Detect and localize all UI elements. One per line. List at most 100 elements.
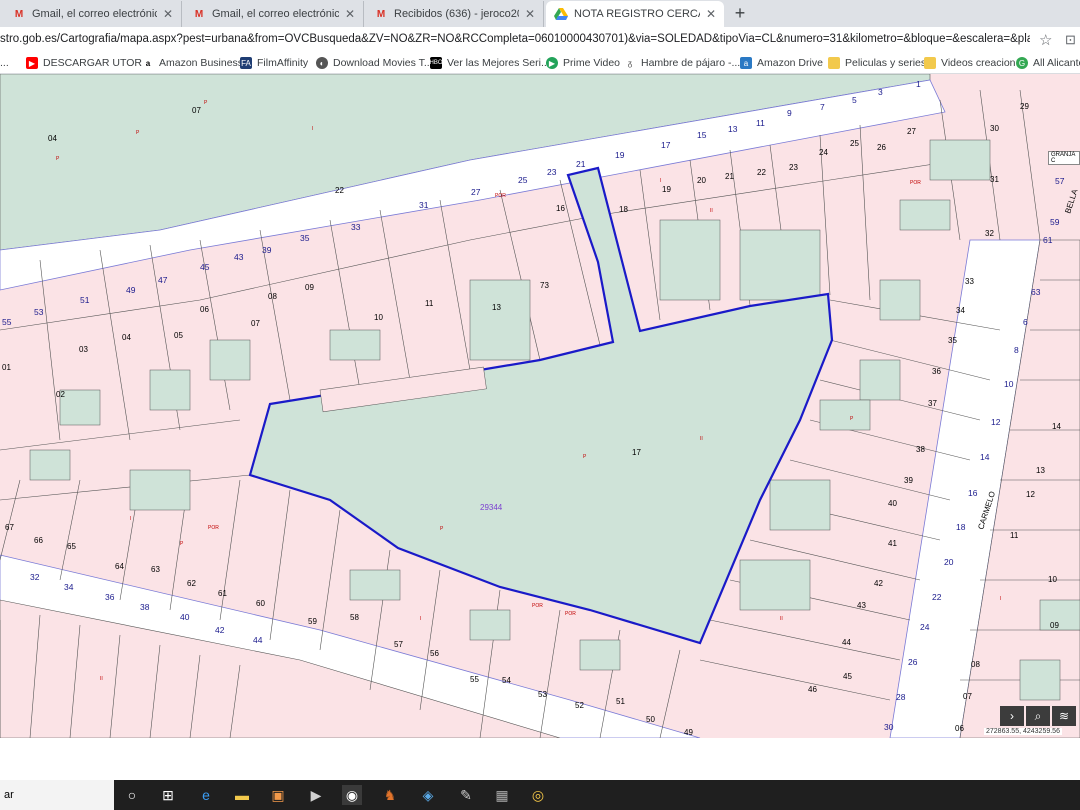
address-bar[interactable]: stro.gob.es/Cartografia/mapa.aspx?pest=u… [0,27,1080,53]
extensions-icon[interactable]: ⊡ [1065,32,1076,48]
bird-icon: ᵹ [624,57,636,69]
svg-text:16: 16 [968,488,978,498]
folder-icon [924,57,936,69]
svg-text:44: 44 [842,638,851,647]
bookmark-item[interactable]: ᵹ Hambre de pájaro -... [624,55,740,71]
tab-gmail-2[interactable]: M Gmail, el correo electrónico de G ✕ [184,1,364,27]
svg-text:59: 59 [308,617,317,626]
search-icon[interactable]: ⌕ [1026,706,1050,726]
svg-text:11: 11 [756,118,765,128]
bookmark-label: Prime Video [563,57,621,69]
svg-text:24: 24 [819,148,828,157]
close-icon[interactable]: ✕ [163,7,173,21]
google-icon: G [1016,57,1028,69]
svg-text:56: 56 [430,649,439,658]
bookmark-item[interactable]: a Amazon Drive [740,55,823,71]
file-explorer-icon[interactable]: ▬ [232,785,252,805]
svg-text:34: 34 [64,582,74,592]
bookmark-item[interactable]: Videos creacion [924,55,1016,71]
folder-icon [828,57,840,69]
photos-icon[interactable]: ◈ [418,785,438,805]
video-icon[interactable]: ▶ [306,785,326,805]
taskbar-search[interactable]: ar [0,780,114,810]
svg-text:26: 26 [908,657,918,667]
svg-text:20: 20 [697,176,706,185]
svg-text:36: 36 [105,592,115,602]
svg-text:11: 11 [1010,531,1019,540]
parcel-id: 29344 [480,503,503,512]
corner-label: GRANJA C [1048,151,1080,165]
svg-text:32: 32 [30,572,40,582]
cortana-icon[interactable]: ○ [122,785,142,805]
svg-text:14: 14 [980,452,990,462]
svg-text:49: 49 [126,285,136,295]
svg-text:32: 32 [985,229,994,238]
bookmark-item[interactable]: ◐ Download Movies T... [316,55,433,71]
page-blank-area [0,738,1080,780]
svg-text:66: 66 [34,536,43,545]
bookmark-item[interactable]: G All Alicante [1016,55,1080,71]
tab-nota-registro[interactable]: NOTA REGISTRO CERCA - Google ✕ [546,1,724,27]
svg-text:37: 37 [928,399,937,408]
bookmark-label: DESCARGAR UTOR... [43,57,151,69]
svg-text:51: 51 [80,295,90,305]
svg-text:57: 57 [1055,176,1065,186]
bookmark-item[interactable]: ... [0,55,9,71]
url-text[interactable]: stro.gob.es/Cartografia/mapa.aspx?pest=u… [0,33,1030,45]
cadastral-map[interactable]: P 17 29344 07 04 22 19 20 21 22 23 24 25… [0,74,1080,738]
svg-text:46: 46 [808,685,817,694]
task-view-icon[interactable]: ⊞ [158,785,178,805]
chevron-right-icon[interactable]: › [1000,706,1024,726]
svg-text:30: 30 [884,722,894,732]
svg-text:27: 27 [471,187,481,197]
bookmark-item[interactable]: a Amazon Business [142,55,243,71]
game-icon[interactable]: ♞ [380,785,400,805]
close-icon[interactable]: ✕ [525,7,535,21]
svg-text:6: 6 [1023,317,1028,327]
svg-text:22: 22 [335,186,344,195]
paint-icon[interactable]: ✎ [456,785,476,805]
svg-text:58: 58 [350,613,359,622]
bookmark-star-icon[interactable]: ☆ [1039,31,1052,49]
bookmark-item[interactable]: ▶ Prime Video [546,55,620,71]
new-tab-button[interactable]: + [730,3,750,23]
map-toolbar: › ⌕ ≋ [1000,706,1076,726]
bookmark-item[interactable]: FA FilmAffinity [240,55,308,71]
gmail-icon: M [14,8,24,20]
svg-text:73: 73 [540,281,549,290]
bookmark-item[interactable]: HBO Ver las Mejores Seri... [430,55,550,71]
svg-text:10: 10 [1048,575,1057,584]
svg-text:08: 08 [971,660,980,669]
svg-text:POR: POR [208,525,219,531]
calculator-icon[interactable]: ▦ [492,785,512,805]
svg-text:60: 60 [256,599,265,608]
svg-text:38: 38 [916,445,925,454]
media-player-icon[interactable]: ▣ [268,785,288,805]
svg-text:36: 36 [932,367,941,376]
svg-text:40: 40 [180,612,190,622]
svg-text:25: 25 [518,175,528,185]
close-icon[interactable]: ✕ [345,7,355,21]
map-canvas[interactable]: P 17 29344 07 04 22 19 20 21 22 23 24 25… [0,74,1080,738]
svg-text:06: 06 [955,724,964,733]
svg-text:I: I [130,516,131,522]
tab-gmail-inbox[interactable]: M Recibidos (636) - jeroco2000@g ✕ [366,1,544,27]
close-icon[interactable]: ✕ [706,7,716,21]
svg-text:10: 10 [374,313,383,322]
tab-gmail-1[interactable]: M Gmail, el correo electrónico de G ✕ [4,1,182,27]
svg-text:45: 45 [843,672,852,681]
svg-text:39: 39 [262,245,272,255]
youtube-icon: ▶ [26,57,38,69]
chrome-canary-icon[interactable]: ◎ [528,785,548,805]
bookmark-item[interactable]: ▶ DESCARGAR UTOR... [26,55,151,71]
svg-text:26: 26 [877,143,886,152]
layers-icon[interactable]: ≋ [1052,706,1076,726]
chrome-icon[interactable]: ◉ [342,785,362,805]
edge-icon[interactable]: e [196,785,216,805]
svg-text:29: 29 [1020,102,1029,111]
bookmark-item[interactable]: Peliculas y series [828,55,926,71]
google-drive-icon [554,7,568,21]
svg-text:62: 62 [187,579,196,588]
svg-text:07: 07 [963,692,972,701]
tab-title: Gmail, el correo electrónico de G [32,8,157,20]
